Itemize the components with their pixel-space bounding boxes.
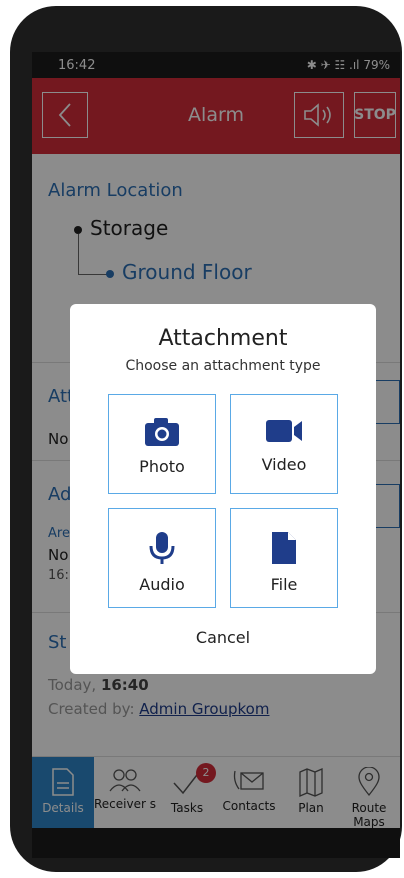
- microphone-icon: [149, 532, 175, 564]
- dialog-title: Attachment: [158, 326, 288, 351]
- screen: 16:42 ✱ ✈ ☷ .ıl 79% Alarm STOP Alarm Loc…: [32, 52, 400, 858]
- video-label: Video: [261, 455, 307, 474]
- photo-label: Photo: [139, 457, 185, 476]
- audio-label: Audio: [139, 575, 185, 594]
- phone-frame: 16:42 ✱ ✈ ☷ .ıl 79% Alarm STOP Alarm Loc…: [10, 6, 402, 872]
- video-camera-icon: [266, 420, 302, 442]
- attachment-dialog: Attachment Choose an attachment type Pho…: [70, 304, 376, 674]
- camera-icon: [145, 418, 179, 446]
- photo-option[interactable]: Photo: [108, 394, 216, 494]
- file-icon: [272, 532, 296, 564]
- cancel-button[interactable]: Cancel: [70, 628, 376, 647]
- file-option[interactable]: File: [230, 508, 338, 608]
- dialog-subtitle: Choose an attachment type: [125, 358, 321, 374]
- file-label: File: [270, 575, 298, 594]
- audio-option[interactable]: Audio: [108, 508, 216, 608]
- video-option[interactable]: Video: [230, 394, 338, 494]
